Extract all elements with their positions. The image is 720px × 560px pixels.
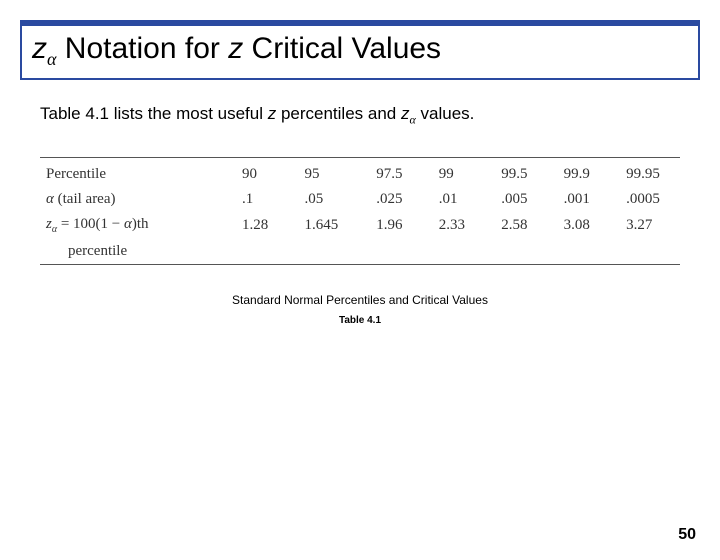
z-post: )th bbox=[132, 216, 149, 232]
z-alpha2: α bbox=[124, 216, 132, 232]
page-title: zα Notation for z Critical Values bbox=[32, 32, 688, 70]
cell: 1.645 bbox=[286, 212, 358, 239]
cell: 97.5 bbox=[358, 162, 420, 187]
title-z: z bbox=[32, 32, 47, 65]
title-z2: z bbox=[228, 32, 243, 65]
cell: 95 bbox=[286, 162, 358, 187]
cell: .01 bbox=[421, 187, 483, 212]
alpha-label-post: (tail area) bbox=[54, 191, 116, 207]
cell: 99 bbox=[421, 162, 483, 187]
table-number: Table 4.1 bbox=[0, 315, 720, 326]
cell: 1.28 bbox=[224, 212, 286, 239]
row-label-z: zα = 100(1 − α)th bbox=[40, 212, 224, 239]
cell: .001 bbox=[546, 187, 608, 212]
table-caption: Standard Normal Percentiles and Critical… bbox=[0, 293, 720, 307]
row-label-alpha: α (tail area) bbox=[40, 187, 224, 212]
title-text-1: Notation for bbox=[56, 32, 228, 65]
cell: 2.33 bbox=[421, 212, 483, 239]
cell: 2.58 bbox=[483, 212, 545, 239]
intro-z: z bbox=[268, 104, 277, 123]
cell: .05 bbox=[286, 187, 358, 212]
cell: .0005 bbox=[608, 187, 680, 212]
table-row-z: zα = 100(1 − α)th 1.28 1.645 1.96 2.33 2… bbox=[40, 212, 680, 239]
title-box: zα Notation for z Critical Values bbox=[20, 20, 700, 80]
row-label-z-line2: percentile bbox=[40, 239, 224, 265]
data-table: Percentile 90 95 97.5 99 99.5 99.9 99.95… bbox=[40, 157, 680, 265]
cell: 3.08 bbox=[546, 212, 608, 239]
title-text-2: Critical Values bbox=[243, 32, 441, 65]
table-row-z-line2: percentile bbox=[40, 239, 680, 265]
cell: .1 bbox=[224, 187, 286, 212]
cell: 90 bbox=[224, 162, 286, 187]
table-row-percentile: Percentile 90 95 97.5 99 99.5 99.9 99.95 bbox=[40, 162, 680, 187]
intro-mid: percentiles and bbox=[276, 104, 401, 123]
page-number: 50 bbox=[678, 526, 696, 544]
z-mid: = 100(1 − bbox=[57, 216, 124, 232]
critical-values-table: Percentile 90 95 97.5 99 99.5 99.9 99.95… bbox=[40, 157, 680, 265]
cell: .025 bbox=[358, 187, 420, 212]
table-row-alpha: α (tail area) .1 .05 .025 .01 .005 .001 … bbox=[40, 187, 680, 212]
cell: 99.9 bbox=[546, 162, 608, 187]
intro-post: values. bbox=[416, 104, 475, 123]
cell: 99.5 bbox=[483, 162, 545, 187]
row-label-percentile: Percentile bbox=[40, 162, 224, 187]
intro-pre: Table 4.1 lists the most useful bbox=[40, 104, 268, 123]
cell: .005 bbox=[483, 187, 545, 212]
alpha-symbol: α bbox=[46, 191, 54, 207]
cell: 1.96 bbox=[358, 212, 420, 239]
intro-text: Table 4.1 lists the most useful z percen… bbox=[40, 104, 680, 127]
cell: 3.27 bbox=[608, 212, 680, 239]
cell: 99.95 bbox=[608, 162, 680, 187]
